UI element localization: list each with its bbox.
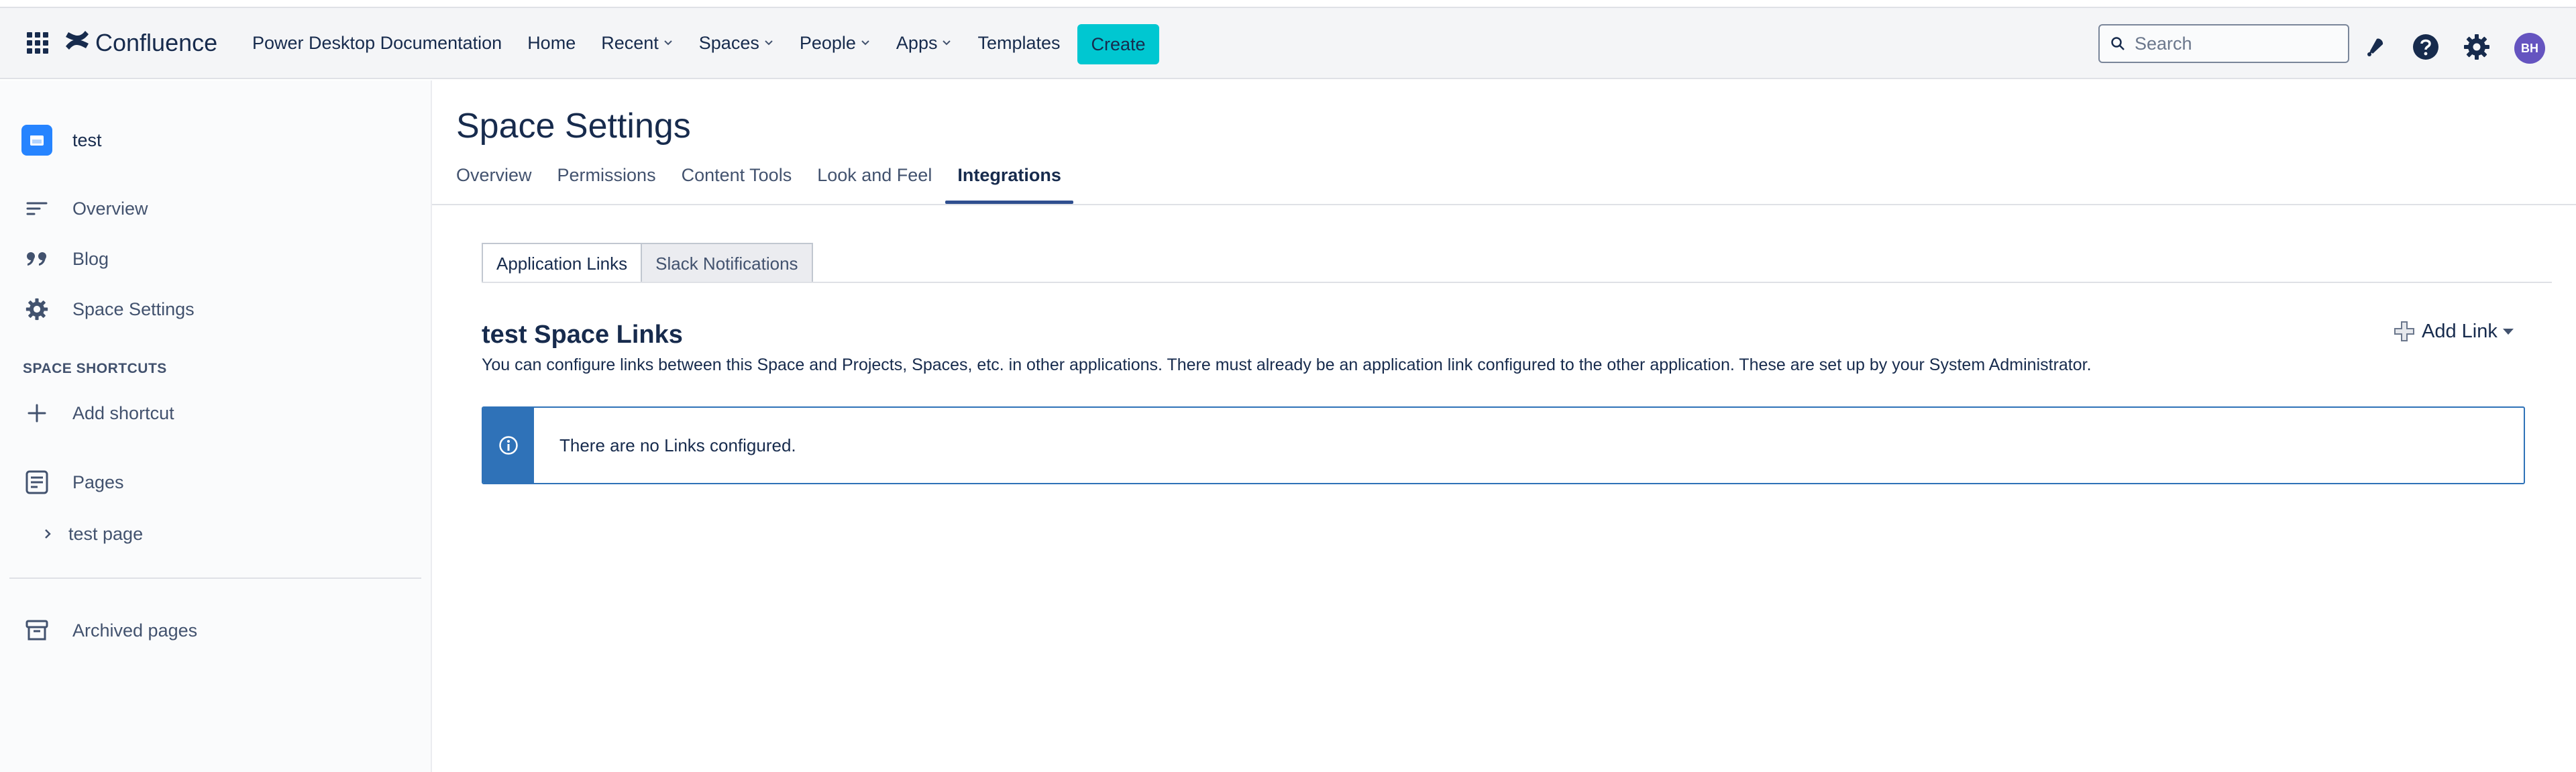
page-title: Space Settings <box>456 107 691 146</box>
space-header[interactable]: test <box>21 125 102 156</box>
add-shortcut-label: Add shortcut <box>72 402 174 423</box>
confluence-logo-text: Confluence <box>95 29 218 56</box>
add-shortcut-button[interactable]: Add shortcut <box>21 398 174 429</box>
nav-home[interactable]: Home <box>527 33 576 54</box>
tab-permissions[interactable]: Permissions <box>557 165 656 204</box>
caret-down-icon <box>2502 328 2514 335</box>
space-shortcuts-heading: SPACE SHORTCUTS <box>23 361 167 376</box>
nav-people[interactable]: People <box>800 33 871 54</box>
nav-label: Templates <box>977 32 1061 53</box>
add-link-label: Add Link <box>2422 320 2498 342</box>
create-button[interactable]: Create <box>1077 24 1159 64</box>
search-icon <box>2111 37 2125 50</box>
confluence-logo[interactable]: Confluence <box>64 28 217 58</box>
sidebar-item-label: Pages <box>72 472 124 492</box>
subtab-application-links[interactable]: Application Links <box>482 243 643 283</box>
space-sidebar: test Overview Blog Space Settings SPACE … <box>0 80 432 772</box>
app-switcher-icon[interactable] <box>27 32 48 54</box>
plus-icon <box>21 398 52 429</box>
tab-look-and-feel[interactable]: Look and Feel <box>817 165 932 204</box>
nav-apps[interactable]: Apps <box>896 33 953 54</box>
sidebar-item-label: Blog <box>72 248 109 269</box>
info-icon <box>499 436 518 455</box>
tab-overview[interactable]: Overview <box>456 165 532 204</box>
main-content: Space Settings Overview Permissions Cont… <box>432 80 2576 772</box>
settings-tabs: Overview Permissions Content Tools Look … <box>456 165 1087 204</box>
chevron-down-icon <box>664 40 672 46</box>
gear-icon <box>21 294 52 325</box>
info-stripe <box>483 408 534 483</box>
overview-icon <box>21 193 52 224</box>
nav-templates[interactable]: Templates <box>977 33 1060 54</box>
add-link-button[interactable]: Add Link <box>2394 317 2514 346</box>
nav-label: Power Desktop Documentation <box>252 32 502 53</box>
sidebar-item-blog[interactable]: Blog <box>21 243 109 274</box>
space-avatar-icon <box>21 125 52 156</box>
subtabs-divider <box>482 282 2552 283</box>
chevron-down-icon <box>861 40 869 46</box>
blog-quote-icon <box>21 243 52 274</box>
notifications-icon[interactable] <box>2363 34 2390 60</box>
primary-nav: Power Desktop Documentation Home Recent … <box>252 28 1086 58</box>
tab-integrations[interactable]: Integrations <box>945 165 1073 204</box>
sidebar-item-label: Overview <box>72 198 148 219</box>
chevron-down-icon <box>765 40 773 46</box>
subtab-slack-notifications[interactable]: Slack Notifications <box>642 243 813 283</box>
page-tree-item[interactable]: test page <box>43 520 143 547</box>
tab-content-tools[interactable]: Content Tools <box>682 165 792 204</box>
tabs-divider <box>432 204 2576 205</box>
plus-icon <box>2394 321 2414 341</box>
sidebar-item-space-settings[interactable]: Space Settings <box>21 294 195 325</box>
nav-power-desktop-documentation[interactable]: Power Desktop Documentation <box>252 33 502 54</box>
nav-label: Home <box>527 32 576 53</box>
sidebar-item-label: Space Settings <box>72 298 195 319</box>
sidebar-item-archived-pages[interactable]: Archived pages <box>21 615 197 646</box>
nav-recent[interactable]: Recent <box>601 33 674 54</box>
help-icon[interactable] <box>2412 34 2439 60</box>
top-navigation-bar: Confluence Power Desktop Documentation H… <box>0 7 2576 79</box>
nav-label: People <box>799 32 856 53</box>
space-name: test <box>72 129 102 150</box>
search-input[interactable] <box>2135 33 2336 54</box>
chevron-down-icon <box>943 40 951 46</box>
integration-subtabs: Application Links Slack Notifications <box>482 243 813 283</box>
confluence-logo-icon <box>64 28 90 58</box>
nav-spaces[interactable]: Spaces <box>699 33 774 54</box>
nav-label: Apps <box>896 32 938 53</box>
page-tree-label: test page <box>68 523 144 544</box>
nav-label: Recent <box>601 32 659 53</box>
section-title: test Space Links <box>482 321 683 349</box>
sidebar-item-overview[interactable]: Overview <box>21 193 148 224</box>
sidebar-item-pages[interactable]: Pages <box>21 467 124 498</box>
info-message-text: There are no Links configured. <box>559 435 796 455</box>
info-message: There are no Links configured. <box>482 406 2525 484</box>
archive-box-icon <box>21 615 52 646</box>
sidebar-item-label: Archived pages <box>72 620 198 641</box>
nav-label: Spaces <box>698 32 759 53</box>
chevron-right-icon[interactable] <box>43 528 52 540</box>
pages-icon <box>21 467 52 498</box>
user-avatar[interactable]: BH <box>2514 33 2545 64</box>
search-box[interactable] <box>2098 24 2349 63</box>
settings-gear-icon[interactable] <box>2463 34 2490 60</box>
section-description: You can configure links between this Spa… <box>482 355 2092 374</box>
sidebar-divider <box>9 577 421 579</box>
